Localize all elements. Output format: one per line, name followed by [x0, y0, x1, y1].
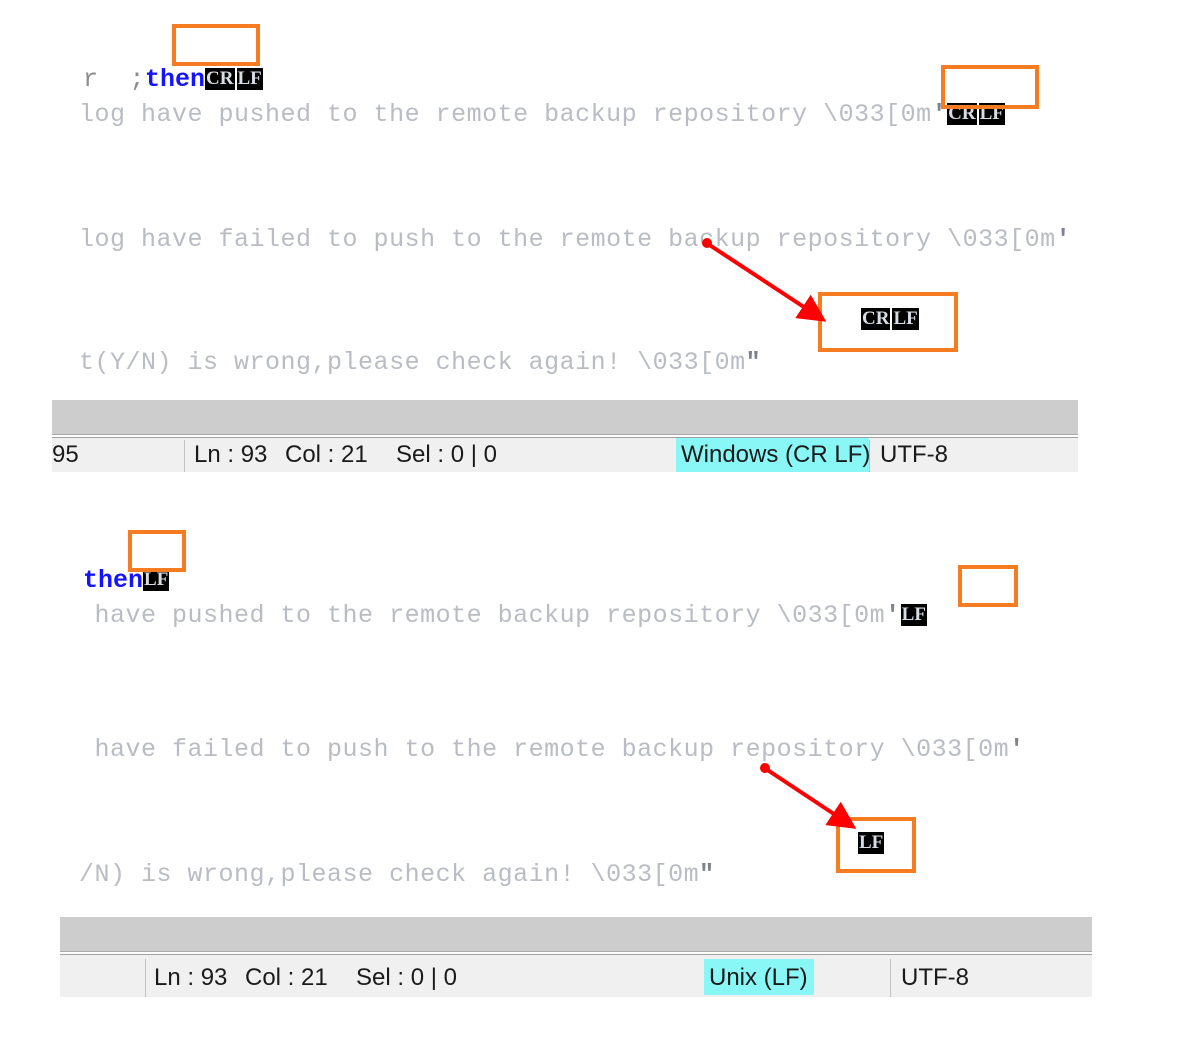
- code-line-wrong-crlf: t(Y/N) is wrong,please check again! \033…: [48, 318, 761, 378]
- status-encoding-value[interactable]: UTF-8: [901, 963, 969, 993]
- code-trailing-quote: ": [699, 860, 715, 889]
- code-line-wrong-lf: /N) is wrong,please check again! \033[0m…: [48, 830, 715, 890]
- status-line-value: Ln : 93: [154, 964, 228, 991]
- status-eol-value[interactable]: Unix (LF): [709, 963, 808, 993]
- code-line-failed-crlf: log have failed to push to the remote ba…: [48, 195, 1071, 255]
- eol-chip-lf: LF: [900, 604, 927, 626]
- eol-chip-lf: LF: [892, 308, 919, 330]
- annotation-box-pushed-lf: [958, 565, 1018, 607]
- status-separator-1: [184, 440, 185, 472]
- status-eol-value[interactable]: Windows (CR LF): [681, 440, 870, 470]
- code-text: log have failed to push to the remote ba…: [79, 225, 1056, 254]
- status-bar-top-band: [52, 400, 1078, 434]
- code-text: have pushed to the remote backup reposit…: [79, 601, 886, 630]
- status-length-value: 95: [52, 441, 79, 468]
- code-trailing-quote: ': [885, 601, 901, 630]
- status-bar-crlf: 95 Ln : 93 Col : 21 Sel : 0 | 0 Windows …: [52, 400, 1078, 472]
- code-text: have failed to push to the remote backup…: [79, 735, 1010, 764]
- code-trailing-quote: ": [745, 348, 762, 377]
- status-bar-top-band: [60, 917, 1092, 951]
- eol-chip-cr: CR: [861, 308, 891, 330]
- status-separator-1: [145, 959, 146, 997]
- eol-chip-lf: LF: [858, 832, 885, 854]
- status-separator-2: [890, 959, 891, 997]
- annotation-box-then-crlf: [172, 24, 260, 66]
- code-trailing-quote: ': [1009, 735, 1025, 764]
- code-trailing-quote: ': [1055, 225, 1072, 254]
- status-col-value: Col : 21: [285, 441, 368, 468]
- status-sel-value: Sel : 0 | 0: [356, 964, 457, 991]
- status-bar-lf: Ln : 93 Col : 21 Sel : 0 | 0 Unix (LF) U…: [60, 917, 1092, 997]
- code-line-pushed-lf: have pushed to the remote backup reposit…: [48, 571, 927, 631]
- code-text: t(Y/N) is wrong,please check again! \033…: [79, 348, 746, 377]
- code-text: log have pushed to the remote backup rep…: [79, 100, 932, 129]
- status-col-value: Col : 21: [245, 964, 328, 991]
- status-encoding-value[interactable]: UTF-8: [880, 440, 948, 470]
- annotation-box-pushed-crlf: [941, 65, 1039, 109]
- eol-marker-lf-callout: LF: [858, 832, 885, 856]
- eol-marker-lf-inline-2: LF: [900, 601, 927, 631]
- status-line-value: Ln : 93: [194, 441, 268, 468]
- eol-marker-crlf-callout: CR LF: [861, 308, 919, 332]
- code-text: /N) is wrong,please check again! \033[0m: [79, 860, 700, 889]
- code-line-pushed-crlf: log have pushed to the remote backup rep…: [48, 70, 1005, 130]
- code-line-failed-lf: have failed to push to the remote backup…: [48, 705, 1025, 765]
- annotation-box-then-lf: [128, 530, 186, 572]
- status-sel-value: Sel : 0 | 0: [396, 441, 497, 468]
